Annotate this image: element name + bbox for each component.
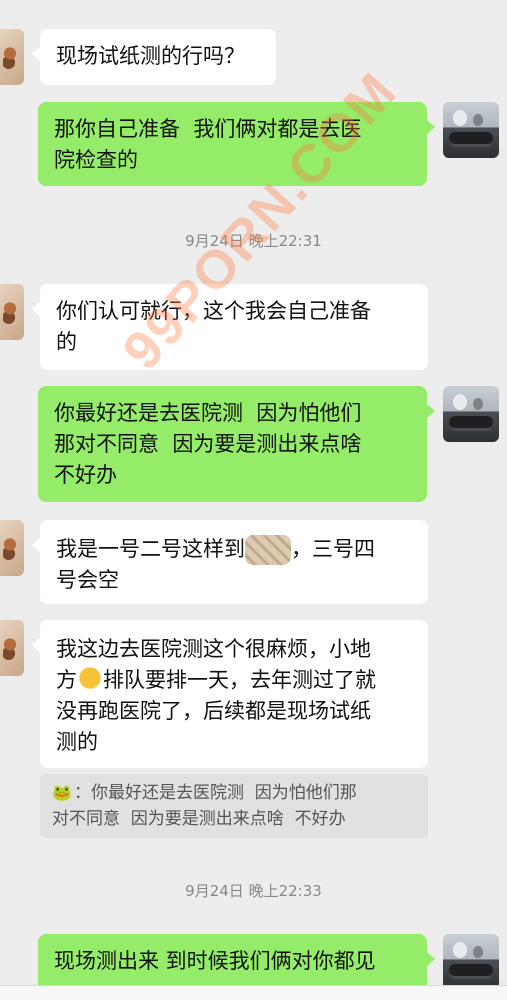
outgoing-message[interactable]: 那你自己准备 我们俩对都是去医 院检查的 xyxy=(38,102,435,186)
contact-avatar[interactable] xyxy=(0,620,24,676)
quoted-message[interactable]: 🐸 ：你最好还是去医院测 因为怕他们那 对不同意 因为要是测出来点啥 不好办 xyxy=(40,774,428,838)
message-text: 我是一号二号这样到 xyxy=(56,537,245,561)
input-bar-edge xyxy=(0,985,507,1000)
user-avatar[interactable] xyxy=(443,934,499,990)
quote-text: ：你最好还是去医院测 因为怕他们那 对不同意 因为要是测出来点啥 不好办 xyxy=(52,783,357,829)
incoming-message[interactable]: 你们认可就行，这个我会自己准备 的 xyxy=(32,284,428,370)
message-text: 排队要排一天，去年测过了就 没再跑医院了，后续都是现场试纸 测的 xyxy=(56,668,376,754)
redacted-region xyxy=(245,535,291,565)
user-avatar[interactable] xyxy=(443,102,499,158)
laughing-crying-emoji-icon xyxy=(77,666,103,690)
contact-avatar[interactable] xyxy=(0,520,24,576)
incoming-message[interactable]: 我这边去医院测这个很麻烦，小地 方排队要排一天，去年测过了就 没再跑医院了，后续… xyxy=(32,620,428,768)
outgoing-message[interactable]: 你最好还是去医院测 因为怕他们 那对不同意 因为要是测出来点啥 不好办 xyxy=(38,386,435,502)
contact-avatar[interactable] xyxy=(0,29,24,85)
contact-avatar[interactable] xyxy=(0,284,24,340)
frog-icon: 🐸 xyxy=(52,783,72,802)
incoming-message[interactable]: 现场试纸测的行吗？ xyxy=(32,29,276,85)
message-timestamp: 9月24日 晚上22:33 xyxy=(185,882,322,900)
user-avatar[interactable] xyxy=(443,386,499,442)
incoming-message[interactable]: 我是一号二号这样到 ，三号四 号会空 xyxy=(32,520,428,604)
message-timestamp: 9月24日 晚上22:31 xyxy=(185,232,322,250)
